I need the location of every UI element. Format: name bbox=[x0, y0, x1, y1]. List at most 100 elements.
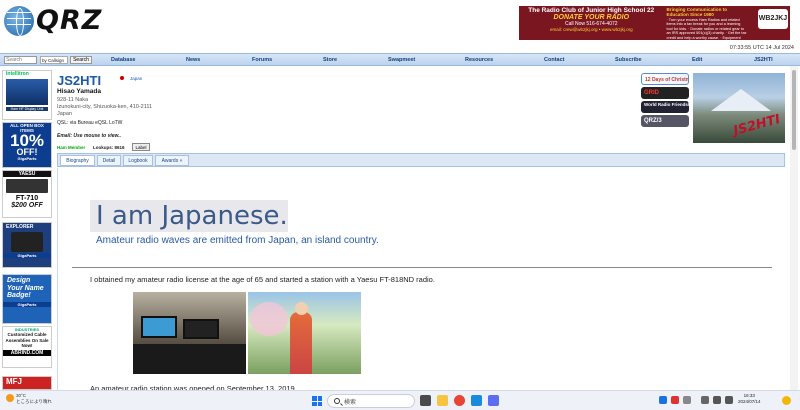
ad-abr-industries[interactable]: INDUSTRIES Customized Cable Assemblies O… bbox=[2, 326, 52, 368]
monitor-shape-2 bbox=[183, 319, 219, 339]
banner-line1: The Radio Club of Junior High School 22 bbox=[528, 7, 655, 14]
search-type-select[interactable]: by Callsign bbox=[40, 56, 68, 64]
ad-explorer[interactable]: EXPLORER GigaParts bbox=[2, 222, 52, 268]
subtitle: Amateur radio waves are emitted from Jap… bbox=[96, 235, 379, 246]
system-clock[interactable]: 16:33 2024/07/14 bbox=[738, 393, 761, 405]
operator-photo bbox=[248, 292, 361, 374]
donation-banner-ad[interactable]: The Radio Club of Junior High School 22 … bbox=[519, 6, 790, 44]
ad2-big: 10% bbox=[9, 131, 45, 150]
biography-content: I am Japanese. Amateur radio waves are e… bbox=[57, 168, 785, 393]
browser-page: QRZ The Radio Club of Junior High School… bbox=[0, 0, 800, 410]
member-status: Ham Member bbox=[57, 145, 86, 150]
search-icon bbox=[334, 398, 340, 404]
taskbar-search[interactable]: 検索 bbox=[327, 394, 415, 408]
mountain-shape bbox=[711, 89, 771, 111]
task-view-icon[interactable] bbox=[420, 395, 431, 406]
search-input[interactable]: Search bbox=[4, 56, 37, 64]
profile-tabs: Biography Detail Logbook Awards » bbox=[57, 153, 785, 167]
label-button[interactable]: Label bbox=[132, 143, 150, 151]
scrollbar-thumb[interactable] bbox=[792, 70, 796, 150]
qsl-info: QSL: via Bureau eQSL LoTW bbox=[57, 120, 123, 126]
app-icon[interactable] bbox=[488, 395, 499, 406]
ad5-gigaparts: GigaParts bbox=[3, 301, 51, 307]
ad3-price: $200 OFF bbox=[11, 202, 43, 209]
tray-app-icon-2[interactable] bbox=[683, 396, 691, 404]
nav-news[interactable]: News bbox=[186, 54, 200, 66]
search-button[interactable]: Search bbox=[70, 56, 92, 64]
radio-image bbox=[6, 179, 48, 193]
tab-biography[interactable]: Biography bbox=[60, 155, 95, 166]
edge-icon[interactable] bbox=[471, 395, 482, 406]
tab-detail[interactable]: Detail bbox=[97, 155, 121, 166]
operator-name: Hisao Yamada bbox=[57, 88, 101, 95]
tab-logbook[interactable]: Logbook bbox=[123, 155, 153, 166]
award-badges: 12 Days of Christmas GRID World Radio Fr… bbox=[641, 73, 689, 129]
banner-right-body: · Turn your excess Ham Radios and relate… bbox=[666, 18, 747, 45]
grid-badge[interactable]: GRID bbox=[641, 87, 689, 99]
address-line1: 928-11 Naka bbox=[57, 97, 89, 103]
ad5-text: Design Your Name Badge! bbox=[7, 277, 44, 299]
callsign-title: JS2HTI bbox=[57, 73, 102, 88]
nav-swapmeet[interactable]: Swapmeet bbox=[388, 54, 415, 66]
tab-awards[interactable]: Awards » bbox=[155, 155, 189, 166]
weather-desc: ところにより晴れ bbox=[16, 398, 52, 404]
sidebar-ads: Intellitron Ham HF Display Unit ALL OPEN… bbox=[2, 70, 54, 390]
japan-flag-icon bbox=[120, 76, 124, 80]
blossom-shape bbox=[250, 302, 288, 336]
ad-name-badge[interactable]: Design Your Name Badge! GigaParts bbox=[2, 274, 52, 324]
nav-contact[interactable]: Contact bbox=[544, 54, 564, 66]
person-body-shape bbox=[290, 312, 312, 374]
file-explorer-icon[interactable] bbox=[437, 395, 448, 406]
logo-text: QRZ bbox=[36, 5, 103, 36]
nav-store[interactable]: Store bbox=[323, 54, 337, 66]
christmas-badge[interactable]: 12 Days of Christmas bbox=[641, 73, 689, 85]
ad1-caption: Ham HF Display Unit bbox=[6, 107, 48, 111]
explorer-device-image bbox=[11, 232, 43, 252]
wifi-icon[interactable] bbox=[713, 396, 721, 404]
person-head-shape bbox=[295, 302, 308, 315]
qrz-badge[interactable]: QRZ/3 bbox=[641, 115, 689, 127]
profile-photo: JS2HTI bbox=[693, 73, 785, 143]
ad4-title: EXPLORER bbox=[6, 224, 34, 230]
nav-callsign[interactable]: JS2HTI bbox=[754, 54, 773, 66]
notification-icon[interactable] bbox=[782, 396, 791, 405]
volume-icon[interactable] bbox=[725, 396, 733, 404]
bluetooth-icon[interactable] bbox=[659, 396, 667, 404]
nav-edit[interactable]: Edit bbox=[692, 54, 702, 66]
headline: I am Japanese. bbox=[96, 201, 288, 231]
nav-forums[interactable]: Forums bbox=[252, 54, 272, 66]
ad7-text: MFJ bbox=[6, 377, 22, 386]
windows-start-icon[interactable] bbox=[312, 396, 322, 406]
ad-mfj[interactable]: MFJ bbox=[2, 376, 52, 390]
chrome-icon[interactable] bbox=[454, 395, 465, 406]
main-nav: Search by Callsign Search Database News … bbox=[0, 53, 800, 66]
world-radio-friendship-badge[interactable]: World Radio Friendship bbox=[641, 101, 689, 113]
photo-callsign-text: JS2HTI bbox=[732, 112, 783, 139]
windows-taskbar: 30°C ところにより晴れ 検索 16:33 2024/07/14 bbox=[0, 390, 800, 410]
utc-datetime: 07:33:55 UTC 14 Jul 2024 bbox=[729, 45, 794, 51]
address-line2: Izunokuni-city, Shizuoka-ken, 410-2111 bbox=[57, 104, 153, 110]
ad-yaesu[interactable]: YAESU FT-710 $200 OFF bbox=[2, 170, 52, 218]
ad-intellitron[interactable]: Intellitron Ham HF Display Unit bbox=[2, 70, 52, 120]
weather-icon[interactable] bbox=[6, 394, 14, 402]
tray-app-icon[interactable] bbox=[671, 396, 679, 404]
taskbar-search-text: 検索 bbox=[344, 400, 357, 406]
monitor-shape bbox=[141, 316, 177, 338]
email-reveal[interactable]: Email: Use mouse to view.. bbox=[57, 133, 121, 139]
banner-right: Bringing Communication to Education Sinc… bbox=[664, 6, 790, 44]
ad3-header: YAESU bbox=[3, 171, 51, 177]
wb2jkj-badge: WB2JKJ bbox=[758, 9, 788, 29]
qrz-logo[interactable]: QRZ bbox=[4, 5, 102, 36]
nav-subscribe[interactable]: Subscribe bbox=[615, 54, 642, 66]
ad-open-box[interactable]: ALL OPEN BOX ITEMS 10% OFF! GigaParts bbox=[2, 122, 52, 168]
page-scrollbar[interactable] bbox=[790, 66, 798, 390]
country-link[interactable]: Japan bbox=[130, 76, 142, 81]
banner-line4: email: crew@wb2jkj.org • www.wb2jkj.org bbox=[549, 27, 633, 32]
nav-resources[interactable]: Resources bbox=[465, 54, 493, 66]
ad3-model: FT-710 bbox=[15, 195, 39, 202]
chevron-up-icon[interactable] bbox=[701, 396, 709, 404]
nav-database[interactable]: Database bbox=[111, 54, 135, 66]
weather-widget[interactable]: 30°C ところにより晴れ bbox=[16, 393, 52, 404]
banner-line2: DONATE YOUR RADIO bbox=[553, 14, 630, 21]
address-line3: Japan bbox=[57, 111, 72, 117]
